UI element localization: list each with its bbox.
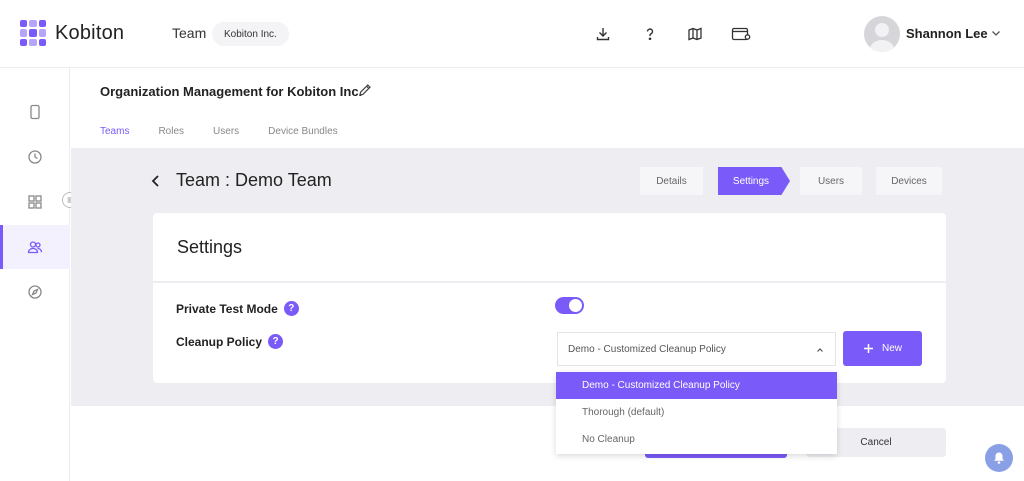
sidebar-item-apps[interactable] bbox=[0, 180, 70, 224]
map-icon[interactable] bbox=[681, 20, 709, 48]
download-icon[interactable] bbox=[589, 20, 617, 48]
kobiton-logo-icon bbox=[20, 20, 46, 46]
tab-roles[interactable]: Roles bbox=[158, 126, 184, 137]
help-icon[interactable] bbox=[636, 20, 664, 48]
top-bar: Kobiton Team Kobiton Inc. Shannon Lee bbox=[0, 0, 1024, 68]
edit-icon[interactable] bbox=[358, 83, 372, 102]
tab-device-bundles[interactable]: Device Bundles bbox=[268, 126, 337, 137]
sidebar bbox=[0, 68, 70, 481]
sidebar-item-organization[interactable] bbox=[0, 225, 70, 269]
step-details[interactable]: Details bbox=[640, 167, 703, 195]
private-test-mode-label: Private Test Mode bbox=[176, 301, 278, 316]
sidebar-item-explore[interactable] bbox=[0, 270, 70, 314]
new-cleanup-policy-button[interactable]: New bbox=[843, 331, 922, 366]
step-users[interactable]: Users bbox=[800, 167, 862, 195]
step-devices[interactable]: Devices bbox=[876, 167, 942, 195]
sidebar-item-devices[interactable] bbox=[0, 90, 70, 134]
help-icon[interactable]: ? bbox=[283, 301, 299, 316]
step-settings[interactable]: Settings bbox=[718, 167, 790, 195]
settings-card-header bbox=[153, 213, 946, 281]
cleanup-policy-value: Demo - Customized Cleanup Policy bbox=[568, 343, 726, 355]
chevron-up-icon bbox=[815, 345, 825, 358]
app-name: Kobiton bbox=[55, 21, 125, 44]
clock-icon bbox=[28, 150, 42, 164]
settings-title: Settings bbox=[177, 237, 243, 257]
tab-teams[interactable]: Teams bbox=[100, 126, 129, 137]
back-button[interactable] bbox=[149, 172, 163, 195]
avatar[interactable] bbox=[864, 16, 900, 52]
cleanup-policy-select[interactable]: Demo - Customized Cleanup Policy bbox=[557, 332, 836, 366]
cleanup-policy-dropdown: Demo - Customized Cleanup Policy Thoroug… bbox=[556, 372, 837, 454]
kobiton-logo[interactable]: Kobiton bbox=[20, 20, 124, 46]
private-test-mode-row: Private Test Mode ? bbox=[176, 301, 299, 316]
device-icon bbox=[30, 104, 40, 120]
team-label: Team bbox=[172, 25, 207, 41]
dropdown-option[interactable]: Thorough (default) bbox=[556, 399, 837, 426]
page-title: Organization Management for Kobiton Inc. bbox=[100, 84, 363, 99]
team-selector[interactable]: Kobiton Inc. bbox=[212, 22, 289, 46]
dropdown-option[interactable]: Demo - Customized Cleanup Policy bbox=[556, 372, 837, 399]
bell-icon bbox=[994, 452, 1004, 464]
chevron-left-icon bbox=[151, 175, 159, 187]
sidebar-item-sessions[interactable] bbox=[0, 135, 70, 179]
dropdown-option[interactable]: No Cleanup bbox=[556, 426, 837, 453]
compass-icon bbox=[28, 285, 42, 299]
private-test-mode-toggle[interactable] bbox=[555, 297, 584, 314]
tab-users[interactable]: Users bbox=[213, 126, 239, 137]
chevron-down-icon[interactable] bbox=[990, 26, 1002, 44]
cleanup-policy-row: Cleanup Policy ? bbox=[176, 334, 284, 349]
new-button-label: New bbox=[881, 343, 902, 354]
user-name[interactable]: Shannon Lee bbox=[906, 26, 988, 41]
api-icon[interactable] bbox=[727, 20, 755, 48]
plus-icon bbox=[863, 344, 873, 353]
team-icon bbox=[27, 241, 43, 254]
notification-bell-button[interactable] bbox=[985, 444, 1013, 472]
team-title: Team : Demo Team bbox=[176, 170, 332, 190]
apps-grid-icon bbox=[28, 195, 42, 209]
cleanup-policy-label: Cleanup Policy bbox=[176, 334, 263, 349]
help-icon[interactable]: ? bbox=[268, 334, 284, 349]
org-tabs: Teams Roles Users Device Bundles bbox=[100, 126, 338, 137]
